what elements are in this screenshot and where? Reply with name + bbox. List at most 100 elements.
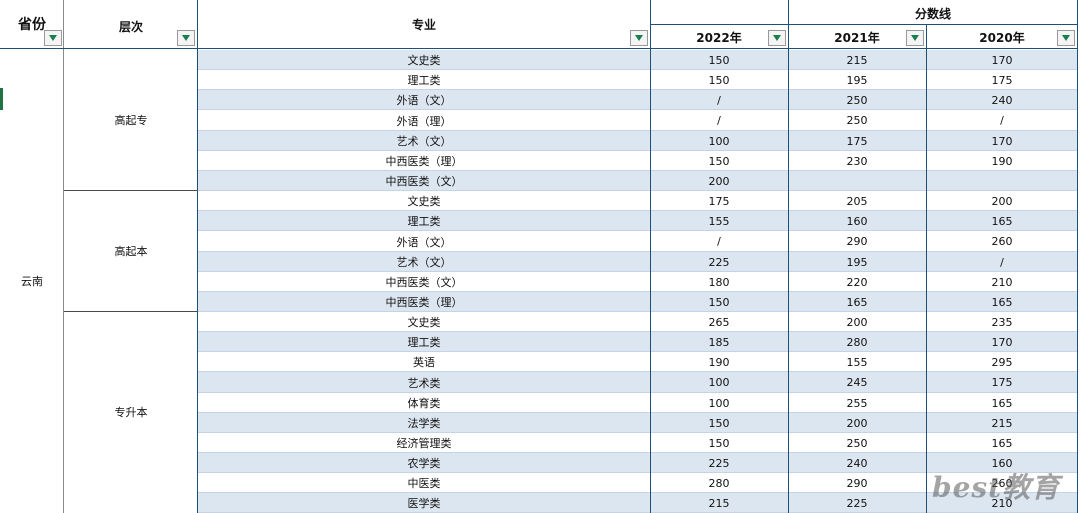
score-2022-cell[interactable]: 190: [650, 352, 788, 372]
score-2021-cell[interactable]: 250: [788, 110, 926, 131]
major-cell[interactable]: 艺术（文）: [198, 131, 650, 151]
score-2022-cell[interactable]: 185: [650, 332, 788, 352]
score-2022-cell[interactable]: 150: [650, 50, 788, 70]
score-2021-cell[interactable]: 215: [788, 50, 926, 70]
major-cell[interactable]: 理工类: [198, 211, 650, 231]
score-2022-cell[interactable]: 150: [650, 70, 788, 90]
score-2021-cell[interactable]: 250: [788, 90, 926, 110]
score-2021-cell[interactable]: 245: [788, 372, 926, 393]
filter-button-province[interactable]: [44, 30, 62, 46]
score-2021-cell[interactable]: 250: [788, 433, 926, 453]
score-2020-cell[interactable]: 165: [926, 393, 1078, 413]
score-2021-cell[interactable]: 240: [788, 453, 926, 473]
score-2022-cell[interactable]: 150: [650, 413, 788, 433]
score-2022-cell[interactable]: 225: [650, 453, 788, 473]
score-2020-cell[interactable]: 215: [926, 413, 1078, 433]
major-cell[interactable]: 外语（文）: [198, 231, 650, 252]
score-2021-cell[interactable]: 225: [788, 493, 926, 513]
major-cell[interactable]: 医学类: [198, 493, 650, 513]
score-2020-cell[interactable]: [926, 171, 1078, 191]
major-cell[interactable]: 中西医类（文）: [198, 272, 650, 292]
score-2022-cell[interactable]: 280: [650, 473, 788, 493]
score-2022-cell[interactable]: 150: [650, 433, 788, 453]
score-2020-cell[interactable]: /: [926, 252, 1078, 272]
major-cell[interactable]: 农学类: [198, 453, 650, 473]
score-2021-cell[interactable]: 160: [788, 211, 926, 231]
score-2021-cell[interactable]: 255: [788, 393, 926, 413]
score-2020-cell[interactable]: 200: [926, 191, 1078, 211]
score-2021-cell[interactable]: 155: [788, 352, 926, 372]
score-2022-cell[interactable]: /: [650, 231, 788, 252]
major-cell[interactable]: 理工类: [198, 332, 650, 352]
filter-button-major[interactable]: [630, 30, 648, 46]
major-cell[interactable]: 中西医类（理）: [198, 151, 650, 171]
score-2020-cell[interactable]: 170: [926, 131, 1078, 151]
score-2021-cell[interactable]: 230: [788, 151, 926, 171]
level-cell-gaoqizhuan[interactable]: 高起专: [64, 49, 198, 190]
major-cell[interactable]: 艺术类: [198, 372, 650, 393]
score-2020-cell[interactable]: 170: [926, 50, 1078, 70]
major-cell[interactable]: 中医类: [198, 473, 650, 493]
filter-button-2020[interactable]: [1057, 30, 1075, 46]
province-cell[interactable]: 云南: [0, 49, 64, 513]
major-cell[interactable]: 外语（理）: [198, 110, 650, 131]
major-cell[interactable]: 文史类: [198, 191, 650, 211]
score-2020-cell[interactable]: 175: [926, 70, 1078, 90]
score-2022-cell[interactable]: 265: [650, 312, 788, 332]
score-2020-cell[interactable]: 165: [926, 433, 1078, 453]
score-2021-cell[interactable]: 195: [788, 252, 926, 272]
major-cell[interactable]: 文史类: [198, 312, 650, 332]
score-2021-cell[interactable]: 175: [788, 131, 926, 151]
score-2020-cell[interactable]: 240: [926, 90, 1078, 110]
score-2022-cell[interactable]: /: [650, 110, 788, 131]
score-2020-cell[interactable]: 175: [926, 372, 1078, 393]
score-2022-cell[interactable]: 100: [650, 393, 788, 413]
score-2022-cell[interactable]: 100: [650, 372, 788, 393]
filter-dropdown-icon: [635, 35, 643, 41]
major-cell[interactable]: 文史类: [198, 50, 650, 70]
score-2020-cell[interactable]: 165: [926, 211, 1078, 231]
score-2021-cell[interactable]: 195: [788, 70, 926, 90]
score-2020-cell[interactable]: 260: [926, 231, 1078, 252]
score-2021-cell[interactable]: 290: [788, 231, 926, 252]
score-2021-cell[interactable]: 165: [788, 292, 926, 312]
score-2022-cell[interactable]: 180: [650, 272, 788, 292]
score-2022-cell[interactable]: 150: [650, 292, 788, 312]
major-cell[interactable]: 英语: [198, 352, 650, 372]
score-2020-cell[interactable]: 190: [926, 151, 1078, 171]
score-2020-cell[interactable]: 170: [926, 332, 1078, 352]
score-2021-cell[interactable]: 290: [788, 473, 926, 493]
major-cell[interactable]: 体育类: [198, 393, 650, 413]
score-2022-cell[interactable]: 155: [650, 211, 788, 231]
score-2021-cell[interactable]: 220: [788, 272, 926, 292]
score-2022-cell[interactable]: /: [650, 90, 788, 110]
score-2021-cell[interactable]: [788, 171, 926, 191]
filter-button-2022[interactable]: [768, 30, 786, 46]
major-cell[interactable]: 外语（文）: [198, 90, 650, 110]
score-2022-cell[interactable]: 175: [650, 191, 788, 211]
score-2020-cell[interactable]: 165: [926, 292, 1078, 312]
filter-button-2021[interactable]: [906, 30, 924, 46]
major-cell[interactable]: 中西医类（理）: [198, 292, 650, 312]
score-2020-cell[interactable]: 295: [926, 352, 1078, 372]
score-2022-cell[interactable]: 150: [650, 151, 788, 171]
score-2020-cell[interactable]: 235: [926, 312, 1078, 332]
filter-button-level[interactable]: [177, 30, 195, 46]
level-cell-zhuanshengben[interactable]: 专升本: [64, 311, 198, 513]
major-cell[interactable]: 法学类: [198, 413, 650, 433]
score-2020-cell[interactable]: 210: [926, 272, 1078, 292]
major-cell[interactable]: 艺术（文）: [198, 252, 650, 272]
score-2021-cell[interactable]: 280: [788, 332, 926, 352]
score-2022-cell[interactable]: 225: [650, 252, 788, 272]
score-2021-cell[interactable]: 200: [788, 312, 926, 332]
score-2022-cell[interactable]: 200: [650, 171, 788, 191]
major-cell[interactable]: 中西医类（文）: [198, 171, 650, 191]
score-2022-cell[interactable]: 215: [650, 493, 788, 513]
level-cell-gaoqiben[interactable]: 高起本: [64, 190, 198, 311]
score-2020-cell[interactable]: /: [926, 110, 1078, 131]
score-2021-cell[interactable]: 205: [788, 191, 926, 211]
major-cell[interactable]: 理工类: [198, 70, 650, 90]
score-2021-cell[interactable]: 200: [788, 413, 926, 433]
major-cell[interactable]: 经济管理类: [198, 433, 650, 453]
score-2022-cell[interactable]: 100: [650, 131, 788, 151]
